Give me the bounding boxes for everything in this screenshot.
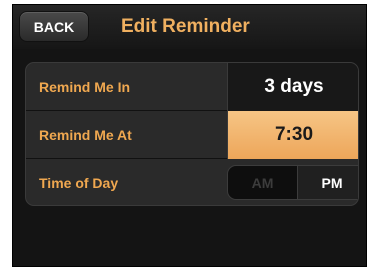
- time-of-day-row: Time of Day AM PM: [26, 159, 358, 205]
- remind-me-at-row[interactable]: Remind Me At 7:30: [26, 111, 358, 159]
- title-bar: BACK Edit Reminder: [13, 5, 366, 49]
- remind-me-at-value[interactable]: 7:30: [227, 111, 358, 159]
- remind-me-in-label: Remind Me In: [39, 79, 131, 95]
- remind-me-at-label: Remind Me At: [39, 127, 132, 143]
- reminder-screen: BACK Edit Reminder Remind Me In 3 days R…: [12, 4, 367, 267]
- am-option[interactable]: AM: [228, 166, 297, 199]
- settings-panel: Remind Me In 3 days Remind Me At 7:30 Ti…: [25, 62, 359, 206]
- page-title: Edit Reminder: [121, 16, 250, 37]
- remind-me-in-value[interactable]: 3 days: [227, 63, 358, 111]
- time-of-day-label: Time of Day: [39, 175, 119, 191]
- remind-me-in-row[interactable]: Remind Me In 3 days: [26, 63, 358, 111]
- am-pm-toggle[interactable]: AM PM: [227, 165, 358, 200]
- pm-option[interactable]: PM: [297, 166, 358, 199]
- back-button[interactable]: BACK: [19, 11, 89, 42]
